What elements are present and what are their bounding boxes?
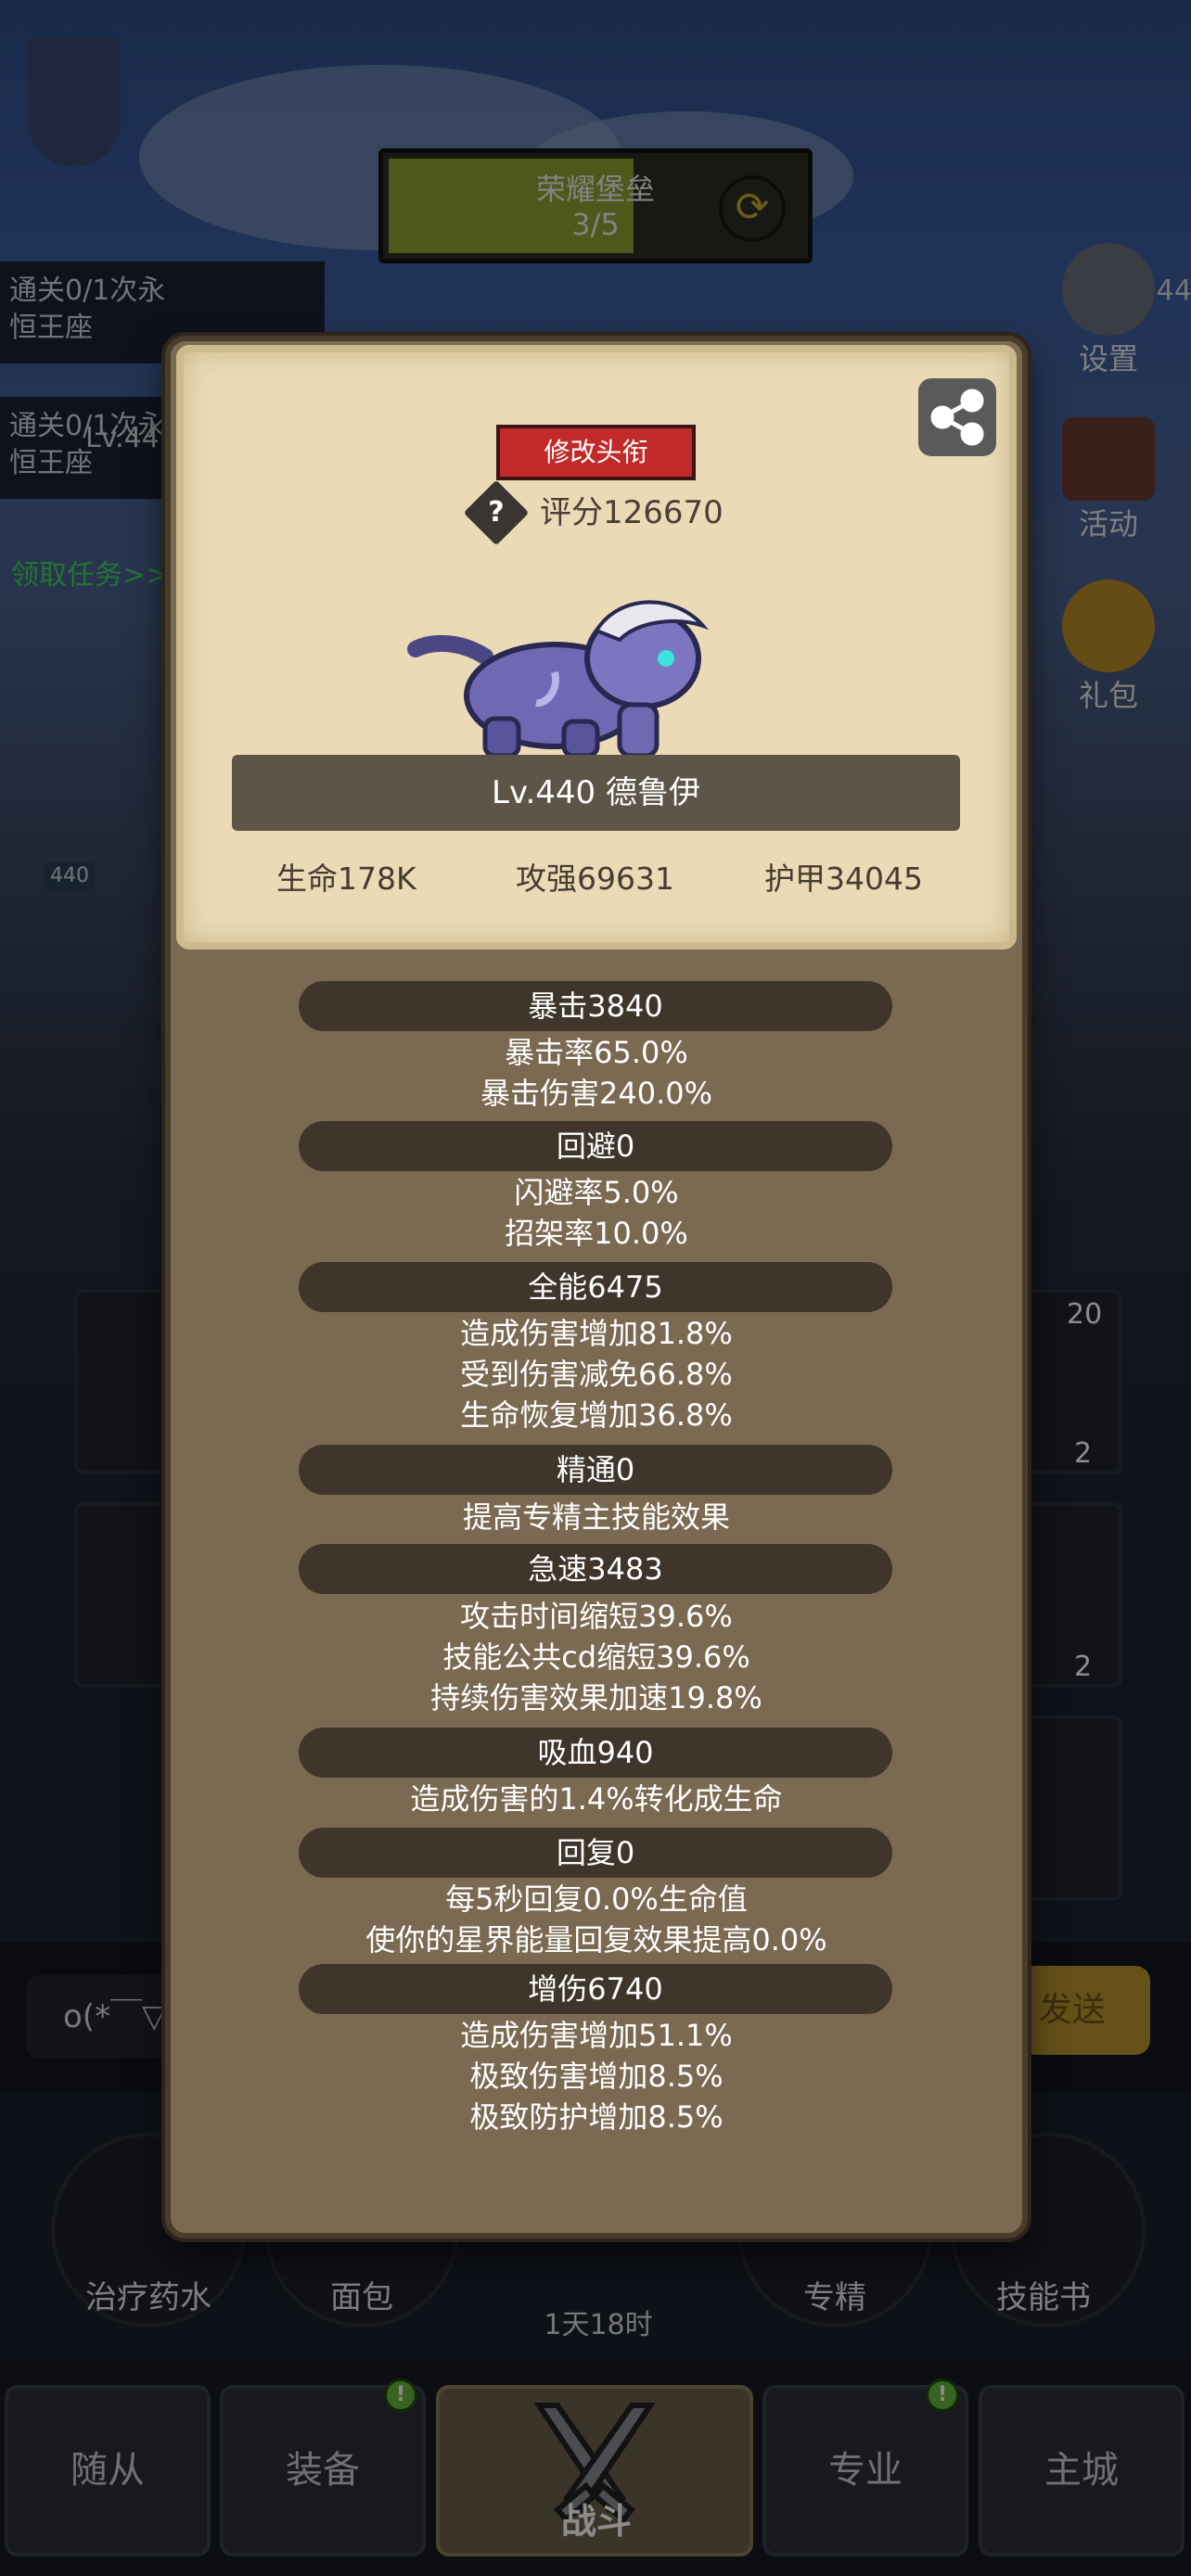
stat-line: 生命恢复增加36.8% xyxy=(460,1397,733,1433)
stat-line: 招架率10.0% xyxy=(505,1216,688,1251)
stat-armor: 护甲34045 xyxy=(764,861,923,897)
help-icon[interactable]: ? xyxy=(463,479,530,546)
share-icon xyxy=(930,389,984,446)
hero-name-bar: Lv.440 德鲁伊 xyxy=(232,755,960,831)
stat-line: 造成伤害的1.4%转化成生命 xyxy=(410,1781,783,1817)
stat-line: 提高专精主技能效果 xyxy=(462,1499,730,1535)
stat-line: 极致防护增加8.5% xyxy=(469,2099,724,2135)
stat-section-header: 回避0 xyxy=(299,1121,892,1171)
stat-section-header: 全能6475 xyxy=(299,1262,892,1312)
stat-section-header: 增伤6740 xyxy=(299,1964,892,2014)
edit-title-button[interactable]: 修改头衔 xyxy=(496,425,696,480)
stat-line: 持续伤害效果加速19.8% xyxy=(430,1680,762,1715)
stat-line: 受到伤害减免66.8% xyxy=(460,1357,733,1392)
stat-line: 每5秒回复0.0%生命值 xyxy=(445,1881,748,1917)
stat-line: 使你的星界能量回复效果提高0.0% xyxy=(365,1922,827,1958)
druid-panther-portrait xyxy=(407,600,710,756)
stat-attack: 攻强69631 xyxy=(516,861,674,897)
stat-section-header: 精通0 xyxy=(299,1445,892,1495)
stat-hp: 生命178K xyxy=(276,861,416,897)
stat-line: 造成伤害增加51.1% xyxy=(460,2018,733,2053)
stat-line: 技能公共cd缩短39.6% xyxy=(442,1639,750,1675)
stat-line: 暴击伤害240.0% xyxy=(480,1076,713,1111)
stat-section-header: 急速3483 xyxy=(299,1544,892,1594)
stat-line: 攻击时间缩短39.6% xyxy=(460,1599,733,1634)
stat-section-header: 吸血940 xyxy=(299,1728,892,1778)
share-button[interactable] xyxy=(918,378,996,456)
stat-section-header: 回复0 xyxy=(299,1828,892,1878)
stat-line: 造成伤害增加81.8% xyxy=(460,1316,733,1351)
stat-line: 暴击率65.0% xyxy=(505,1035,688,1070)
score-text: 评分126670 xyxy=(540,494,724,531)
stat-line: 极致伤害增加8.5% xyxy=(469,2059,724,2094)
stat-line: 闪避率5.0% xyxy=(514,1175,679,1210)
stat-section-header: 暴击3840 xyxy=(299,981,892,1031)
